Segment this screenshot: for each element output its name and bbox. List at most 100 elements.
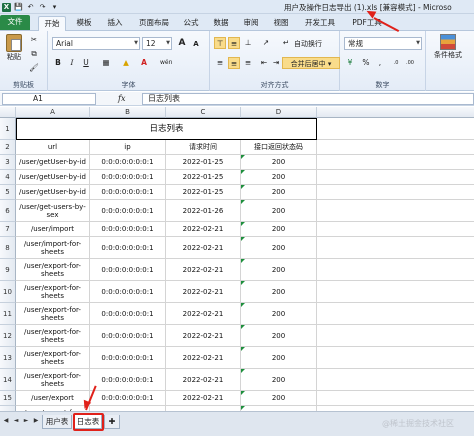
table-cell[interactable]: 0:0:0:0:0:0:0:1 (90, 170, 166, 185)
row-header[interactable]: 6 (0, 200, 16, 222)
tab-home[interactable]: 开始 (38, 16, 66, 31)
empty-cell[interactable] (317, 118, 474, 140)
empty-cell[interactable] (317, 185, 474, 200)
row-header[interactable]: 15 (0, 391, 16, 406)
currency-icon[interactable]: ¥ (344, 57, 356, 69)
name-box[interactable]: A1 (2, 93, 96, 105)
prev-sheet-icon[interactable]: ◄ (12, 416, 20, 426)
table-cell[interactable]: 2022-02-21 (166, 325, 241, 347)
table-cell[interactable]: 200 (241, 391, 317, 406)
row-header[interactable]: 12 (0, 325, 16, 347)
column-header-a[interactable]: A (16, 107, 90, 118)
empty-cell[interactable] (317, 200, 474, 222)
table-cell[interactable]: /user/export (16, 391, 90, 406)
empty-cell[interactable] (317, 237, 474, 259)
title-cell[interactable]: 日志列表 (16, 118, 317, 140)
font-size-select[interactable]: 12 ▼ (142, 37, 172, 50)
align-right-icon[interactable]: ≡ (242, 57, 254, 69)
row-header[interactable]: 9 (0, 259, 16, 281)
header-cell[interactable]: 请求时间 (166, 140, 241, 155)
table-cell[interactable]: /user/export-for- sheets (16, 281, 90, 303)
worksheet-grid[interactable]: A B C D 1 日志列表 2 url ip 请求时间 接口返回状态码 3/user/get… (0, 107, 474, 411)
table-cell[interactable]: 200 (241, 237, 317, 259)
tab-formulas[interactable]: 公式 (180, 16, 202, 31)
last-sheet-icon[interactable]: ▶ (32, 416, 40, 426)
table-cell[interactable]: /user/export-for- sheets (16, 369, 90, 391)
table-cell[interactable]: /user/export-for- sheets (16, 325, 90, 347)
table-cell[interactable]: 2022-01-25 (166, 185, 241, 200)
row-header[interactable]: 2 (0, 140, 16, 155)
table-cell[interactable]: 0:0:0:0:0:0:0:1 (90, 303, 166, 325)
table-cell[interactable]: 200 (241, 155, 317, 170)
row-header[interactable]: 3 (0, 155, 16, 170)
tab-data[interactable]: 数据 (210, 16, 232, 31)
table-cell[interactable]: /user/getUser-by-id (16, 155, 90, 170)
empty-cell[interactable] (317, 281, 474, 303)
table-cell[interactable]: 0:0:0:0:0:0:0:1 (90, 185, 166, 200)
table-cell[interactable]: 0:0:0:0:0:0:0:1 (90, 222, 166, 237)
formula-input[interactable]: 日志列表 (142, 93, 474, 105)
table-cell[interactable]: 0:0:0:0:0:0:0:1 (90, 259, 166, 281)
undo-icon[interactable]: ↶ (26, 3, 35, 12)
table-cell[interactable]: 200 (241, 303, 317, 325)
table-cell[interactable]: 0:0:0:0:0:0:0:1 (90, 155, 166, 170)
increase-indent-icon[interactable]: ⇥ (270, 57, 282, 69)
align-center-icon[interactable]: ≡ (228, 57, 240, 69)
table-cell[interactable]: 200 (241, 185, 317, 200)
table-cell[interactable]: 0:0:0:0:0:0:0:1 (90, 347, 166, 369)
table-cell[interactable]: 2022-02-21 (166, 259, 241, 281)
table-cell[interactable]: 2022-02-21 (166, 391, 241, 406)
column-header-d[interactable]: D (241, 107, 317, 118)
table-cell[interactable]: 200 (241, 222, 317, 237)
align-top-icon[interactable]: ⊤ (214, 37, 226, 49)
row-header[interactable]: 5 (0, 185, 16, 200)
table-cell[interactable]: 0:0:0:0:0:0:0:1 (90, 237, 166, 259)
copy-icon[interactable]: ⧉ (28, 48, 40, 60)
table-cell[interactable]: /user/import-for- sheets (16, 237, 90, 259)
decrease-indent-icon[interactable]: ⇤ (258, 57, 270, 69)
tab-template[interactable]: 模板 (72, 16, 96, 31)
table-cell[interactable]: /user/get-users-by- sex (16, 200, 90, 222)
italic-button[interactable]: I (66, 57, 78, 69)
conditional-format-button[interactable]: 条件格式 (430, 34, 466, 60)
number-format-select[interactable]: 常规 ▼ (344, 37, 422, 50)
tab-file[interactable]: 文件 (0, 15, 30, 30)
format-painter-icon[interactable]: 🖌 (28, 62, 40, 74)
font-color-icon[interactable]: A (138, 57, 150, 69)
row-header[interactable]: 10 (0, 281, 16, 303)
table-cell[interactable]: 200 (241, 281, 317, 303)
empty-cell[interactable] (317, 303, 474, 325)
fill-color-icon[interactable]: ▲ (120, 57, 132, 69)
table-cell[interactable]: 0:0:0:0:0:0:0:1 (90, 200, 166, 222)
empty-cell[interactable] (317, 259, 474, 281)
table-cell[interactable]: 200 (241, 259, 317, 281)
table-cell[interactable]: /user/export-for- sheets (16, 303, 90, 325)
align-middle-icon[interactable]: ≡ (228, 37, 240, 49)
table-cell[interactable]: 200 (241, 369, 317, 391)
table-cell[interactable]: 2022-02-21 (166, 281, 241, 303)
header-cell[interactable]: 接口返回状态码 (241, 140, 317, 155)
redo-icon[interactable]: ↷ (38, 3, 47, 12)
empty-cell[interactable] (317, 140, 474, 155)
table-cell[interactable]: /user/export-for- sheets (16, 259, 90, 281)
table-cell[interactable]: 2022-02-21 (166, 303, 241, 325)
header-cell[interactable]: ip (90, 140, 166, 155)
merge-center-button[interactable]: 合并后居中 ▾ (282, 57, 340, 69)
phonetic-button[interactable]: wén (160, 57, 172, 69)
next-sheet-icon[interactable]: ► (22, 416, 30, 426)
function-icon[interactable]: fx (118, 94, 125, 103)
row-header[interactable]: 8 (0, 237, 16, 259)
table-cell[interactable]: 200 (241, 325, 317, 347)
table-cell[interactable]: 200 (241, 170, 317, 185)
borders-icon[interactable]: ▦ (100, 57, 112, 69)
row-header[interactable]: 7 (0, 222, 16, 237)
first-sheet-icon[interactable]: ◀ (2, 416, 10, 426)
increase-decimal-button[interactable]: .0 (390, 57, 402, 69)
align-left-icon[interactable]: ≡ (214, 57, 226, 69)
empty-cell[interactable] (317, 155, 474, 170)
table-cell[interactable]: /user/getUser-by-id (16, 170, 90, 185)
empty-cell[interactable] (317, 369, 474, 391)
row-header[interactable]: 13 (0, 347, 16, 369)
empty-cell[interactable] (317, 222, 474, 237)
column-header-b[interactable]: B (90, 107, 166, 118)
